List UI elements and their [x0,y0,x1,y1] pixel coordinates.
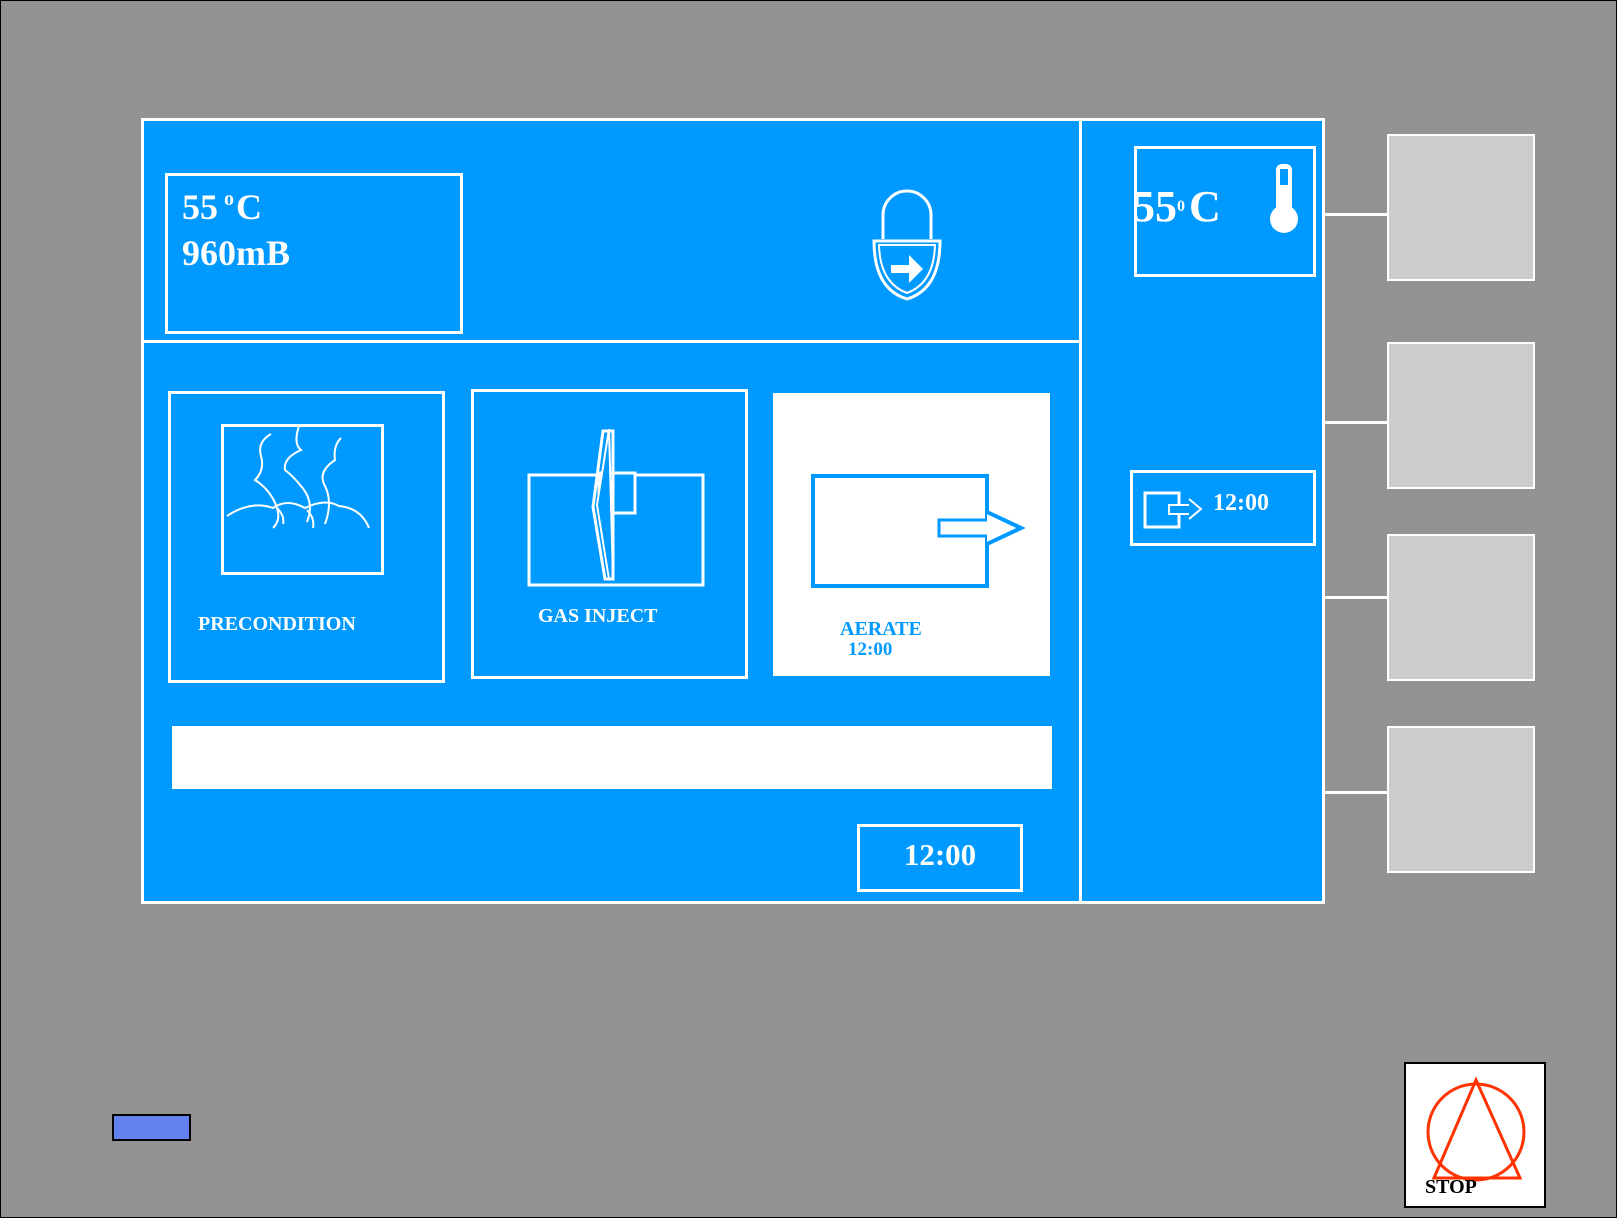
side-temperature: 550C [1133,181,1221,232]
status-readout: 55 oC 960mB [165,173,463,334]
soft-key-1[interactable] [1387,134,1535,281]
soft-key-2[interactable] [1387,342,1535,489]
soft-key-connector [1325,421,1387,424]
soft-key-4[interactable] [1387,726,1535,873]
thermometer-icon [1270,164,1298,233]
stop-warning-icon [1426,1076,1526,1182]
side-temperature-value: 55 [1133,182,1177,231]
status-led [112,1114,191,1141]
stage-precondition-label: PRECONDITION [198,613,356,635]
side-temperature-readout: 550C [1133,146,1316,277]
chamber-temperature-unit: C [236,187,262,227]
screen-vertical-divider [1079,121,1082,901]
exit-arrow-icon [1143,491,1203,529]
door-lock-icon [872,189,942,301]
cycle-clock: 12:00 [857,824,1023,892]
soft-key-connector [1325,596,1387,599]
stage-gas-inject-label: GAS INJECT [538,605,658,627]
stage-aerate-label: AERATE [840,618,922,640]
stage-aerate[interactable]: AERATE 12:00 [773,393,1050,676]
screen-horizontal-divider [144,340,1082,343]
stage-aerate-time: 12:00 [848,639,893,660]
chamber-temperature: 55 oC [182,186,262,228]
stop-button-label: STOP [1425,1176,1477,1198]
gas-inject-icon [527,429,705,587]
stop-button[interactable]: STOP [1404,1062,1546,1208]
stage-precondition[interactable]: PRECONDITION [168,391,445,683]
cycle-clock-time: 12:00 [903,837,977,872]
chamber-pressure: 960mB [182,233,290,273]
time-remaining-readout: 12:00 [1130,470,1316,546]
display-screen: 55 oC 960mB PRECONDITION GAS INJECT AERA… [141,118,1325,904]
time-remaining-value: 12:00 [1213,490,1269,516]
chamber-temperature-degree: o [224,188,234,210]
soft-key-3[interactable] [1387,534,1535,681]
humidity-icon [221,424,384,575]
soft-key-connector [1325,213,1387,216]
cycle-progress-bar [172,726,1052,789]
side-temperature-degree: 0 [1177,198,1185,215]
device-bezel: 55 oC 960mB PRECONDITION GAS INJECT AERA… [0,0,1617,1218]
soft-key-connector [1325,791,1387,794]
chamber-temperature-value: 55 [182,187,218,227]
stage-gas-inject[interactable]: GAS INJECT [471,389,748,679]
side-temperature-unit: C [1189,182,1221,231]
aerate-exit-icon [811,474,1026,588]
